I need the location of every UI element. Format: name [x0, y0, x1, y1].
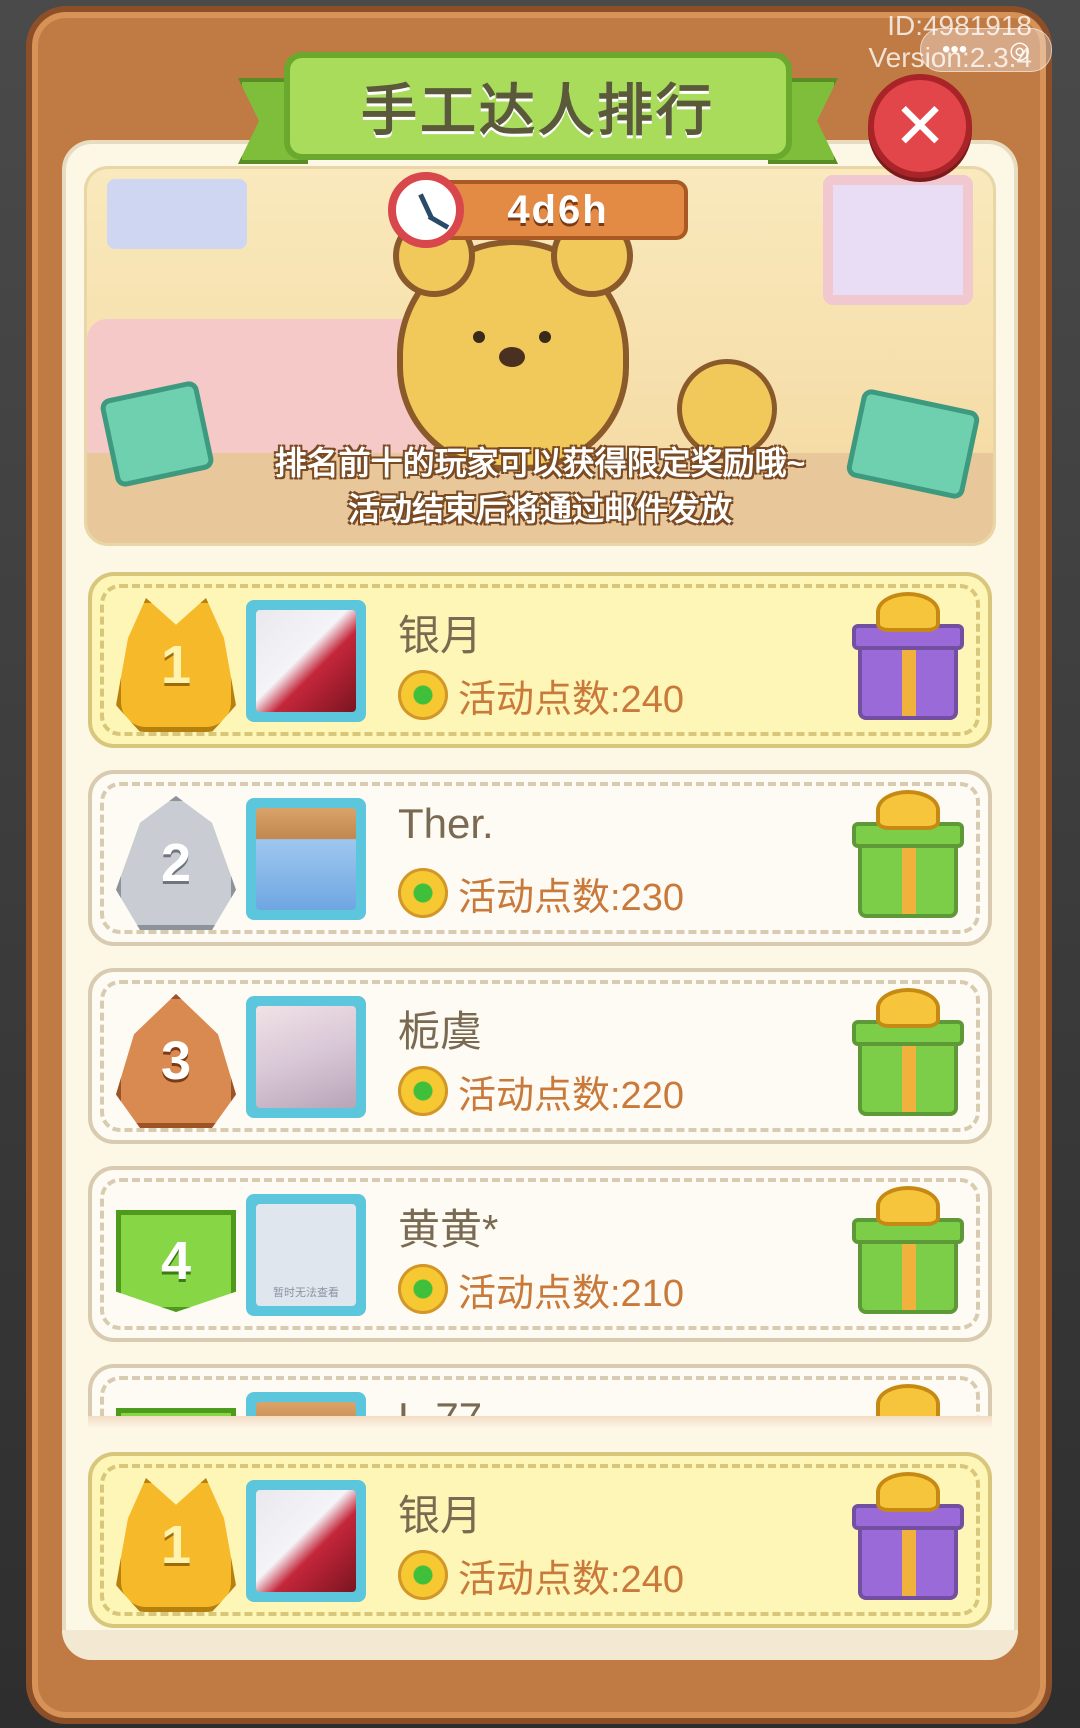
- points-label: 活动点数:220: [458, 1074, 684, 1117]
- panel-bottom-decor: [62, 1630, 1018, 1660]
- my-activity-points: 活动点数:240: [398, 1550, 684, 1601]
- bear-face: [453, 325, 573, 405]
- activity-points: 活动点数:230: [398, 868, 684, 919]
- player-avatar[interactable]: [246, 798, 366, 920]
- window-decor: [823, 175, 973, 305]
- avatar-placeholder-text: 暂时无法查看: [273, 1287, 339, 1299]
- more-icon[interactable]: •••: [942, 36, 967, 64]
- points-label: 活动点数:210: [458, 1272, 684, 1315]
- ranking-row-1[interactable]: 1 银月 活动点数:240: [88, 572, 992, 748]
- description-line-1: 排名前十的玩家可以获得限定奖励哦~: [274, 445, 806, 481]
- avatar-placeholder: 暂时无法查看: [256, 1204, 356, 1306]
- miniprogram-capsule[interactable]: ••• ◎: [920, 28, 1052, 72]
- player-name: 黄黄*: [398, 1206, 499, 1253]
- player-name: 栀虞: [398, 1008, 483, 1055]
- description-line-2: 活动结束后将通过邮件发放: [347, 491, 732, 527]
- player-name: 银月: [398, 612, 483, 659]
- target-icon[interactable]: ◎: [1009, 36, 1030, 65]
- title-ribbon: 手工达人排行: [238, 48, 838, 178]
- points-label: 活动点数:230: [458, 876, 684, 919]
- clock-icon: [388, 172, 464, 248]
- flower-point-icon: [398, 1066, 448, 1116]
- points-label: 活动点数:240: [458, 678, 684, 721]
- green-gift-reward-icon[interactable]: [852, 786, 964, 926]
- green-flag-badge-icon: 4: [116, 1210, 236, 1312]
- page-title: 手工达人排行: [284, 52, 792, 160]
- event-timer: 4d6h: [388, 172, 692, 248]
- ranking-row-5[interactable]: 5 L-77: [88, 1364, 992, 1420]
- event-description: 排名前十的玩家可以获得限定奖励哦~ 活动结束后将通过邮件发放: [84, 440, 996, 532]
- player-avatar[interactable]: [246, 996, 366, 1118]
- purple-gift-reward-icon[interactable]: [852, 1468, 964, 1608]
- timer-value: 4d6h: [428, 180, 688, 240]
- flower-point-icon: [398, 868, 448, 918]
- close-icon[interactable]: ✕: [893, 89, 947, 164]
- close-button[interactable]: ✕: [868, 74, 972, 178]
- activity-points: 活动点数:210: [398, 1264, 684, 1315]
- player-avatar[interactable]: [246, 600, 366, 722]
- points-label: 活动点数:240: [458, 1558, 684, 1601]
- activity-points: 活动点数:220: [398, 1066, 684, 1117]
- list-divider: [88, 1416, 992, 1428]
- ranking-row-3[interactable]: 3 栀虞 活动点数:220: [88, 968, 992, 1144]
- player-avatar[interactable]: 暂时无法查看: [246, 1194, 366, 1316]
- flower-point-icon: [398, 670, 448, 720]
- teddy-bear-illustration: [393, 215, 633, 471]
- ranking-list[interactable]: 1 银月 活动点数:240 2 Ther. 活动点数:230 3 栀虞 活动点数…: [88, 572, 992, 1420]
- my-ranking-row[interactable]: 1 银月 活动点数:240: [88, 1452, 992, 1628]
- ranking-row-2[interactable]: 2 Ther. 活动点数:230: [88, 770, 992, 946]
- purple-gift-reward-icon[interactable]: [852, 588, 964, 728]
- my-player-name: 银月: [398, 1492, 483, 1539]
- player-name: Ther.: [398, 800, 494, 847]
- ranking-row-4[interactable]: 4 暂时无法查看 黄黄* 活动点数:210: [88, 1166, 992, 1342]
- wall-frame-decor: [107, 179, 247, 249]
- green-gift-reward-icon[interactable]: [852, 1380, 964, 1420]
- flower-point-icon: [398, 1550, 448, 1600]
- my-avatar[interactable]: [246, 1480, 366, 1602]
- green-gift-reward-icon[interactable]: [852, 1182, 964, 1322]
- activity-points: 活动点数:240: [398, 670, 684, 721]
- green-gift-reward-icon[interactable]: [852, 984, 964, 1124]
- flower-point-icon: [398, 1264, 448, 1314]
